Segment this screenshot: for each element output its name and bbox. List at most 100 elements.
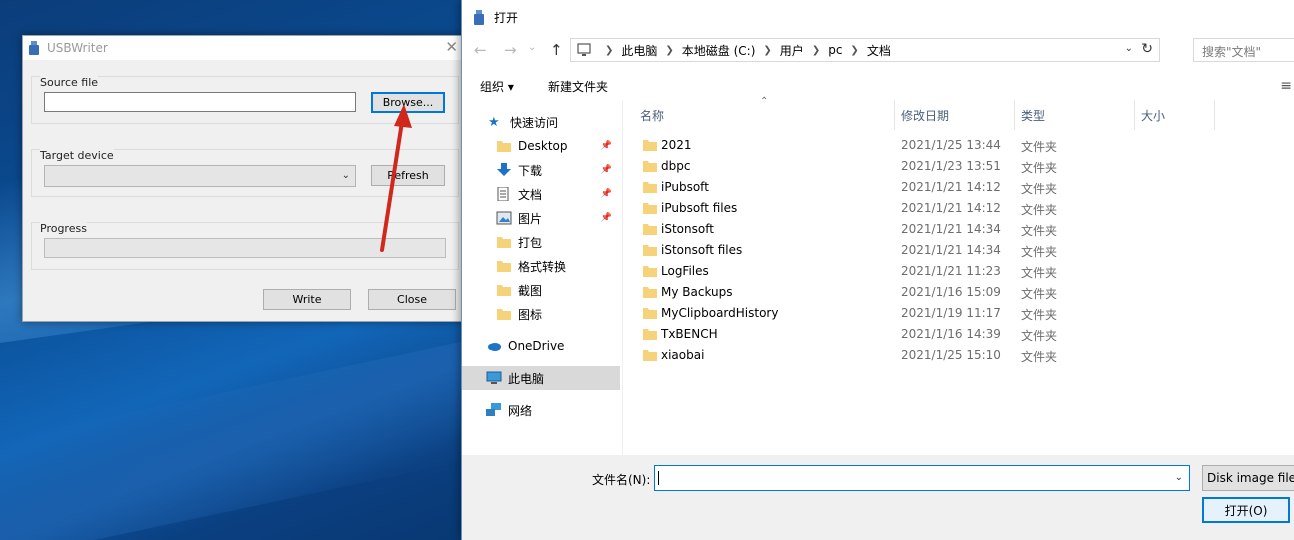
file-type: 文件夹 (1021, 266, 1058, 280)
folder-icon (643, 287, 657, 298)
pin-icon[interactable]: 📌 (601, 189, 612, 199)
filename-input[interactable]: ⌄ (654, 465, 1190, 491)
nav-this-pc[interactable]: 此电脑 (462, 366, 620, 390)
folder-icon (643, 140, 657, 151)
file-row[interactable]: MyClipboardHistory 2021/1/19 11:17 文件夹 (623, 303, 1294, 324)
text-caret (658, 471, 659, 485)
pin-icon[interactable]: 📌 (601, 141, 612, 151)
file-row[interactable]: TxBENCH 2021/1/16 14:39 文件夹 (623, 324, 1294, 345)
breadcrumb-item[interactable]: 文档 (867, 42, 891, 59)
up-arrow-icon[interactable]: ↑ (550, 41, 563, 59)
nav-quick-item[interactable]: 文档 📌 (462, 182, 620, 206)
file-row[interactable]: iPubsoft 2021/1/21 14:12 文件夹 (623, 177, 1294, 198)
nav-item-label: 图片 (518, 211, 543, 226)
nav-item-label: 图标 (518, 307, 543, 322)
history-dropdown-icon[interactable]: ⌄ (528, 42, 536, 53)
chevron-down-icon[interactable]: ⌄ (1125, 43, 1133, 54)
close-button[interactable]: Close (368, 289, 456, 310)
file-date: 2021/1/21 14:34 (901, 243, 1001, 257)
folder-icon (643, 203, 657, 214)
breadcrumb-item[interactable]: 用户 (780, 42, 804, 59)
file-date: 2021/1/19 11:17 (901, 306, 1001, 320)
folder-icon (643, 329, 657, 340)
nav-item-label: 打包 (518, 235, 543, 250)
view-options-icon[interactable]: ≡ (1280, 78, 1292, 94)
usb-drive-icon (29, 41, 39, 55)
nav-network[interactable]: 网络 (462, 398, 620, 422)
file-date: 2021/1/23 13:51 (901, 159, 1001, 173)
folder-icon (643, 308, 657, 319)
file-row[interactable]: iStonsoft files 2021/1/21 14:34 文件夹 (623, 240, 1294, 261)
source-file-input[interactable] (44, 92, 356, 112)
usbwriter-title: USBWriter (47, 41, 108, 55)
nav-quick-item[interactable]: Desktop 📌 (462, 134, 620, 158)
nav-quick-item[interactable]: 截图 (462, 278, 620, 302)
breadcrumb-item[interactable]: 本地磁盘 (C:) (682, 42, 756, 59)
file-name: My Backups (661, 285, 733, 299)
wallpaper-light-beam-lower (0, 340, 470, 540)
folder-icon (643, 182, 657, 193)
file-type: 文件夹 (1021, 308, 1058, 322)
column-header-date[interactable]: 修改日期 (895, 100, 1015, 130)
nav-quick-item[interactable]: 格式转换 (462, 254, 620, 278)
file-row[interactable]: dbpc 2021/1/23 13:51 文件夹 (623, 156, 1294, 177)
file-name: TxBENCH (661, 327, 718, 341)
open-file-dialog: 打开 ← → ⌄ ↑ ❯ 此电脑 ❯ 本地磁盘 (C:) ❯ 用户 ❯ pc ❯… (461, 0, 1294, 540)
file-type: 文件夹 (1021, 329, 1058, 343)
nav-item-label: 格式转换 (518, 259, 567, 274)
breadcrumb-separator-icon: ❯ (665, 44, 674, 56)
file-name: 2021 (661, 138, 692, 152)
column-header-name[interactable]: 名称 (623, 100, 895, 130)
pin-icon[interactable]: 📌 (601, 213, 612, 223)
refresh-icon[interactable]: ↻ (1141, 41, 1153, 57)
nav-item-label: 此电脑 (508, 371, 545, 386)
file-row[interactable]: My Backups 2021/1/16 15:09 文件夹 (623, 282, 1294, 303)
open-button[interactable]: 打开(O) (1202, 497, 1290, 523)
nav-item-label: 文档 (518, 187, 543, 202)
file-type: 文件夹 (1021, 203, 1058, 217)
nav-quick-item[interactable]: 图片 📌 (462, 206, 620, 230)
address-bar[interactable]: ❯ 此电脑 ❯ 本地磁盘 (C:) ❯ 用户 ❯ pc ❯ 文档 ⌄ ↻ (570, 38, 1160, 62)
file-row[interactable]: LogFiles 2021/1/21 11:23 文件夹 (623, 261, 1294, 282)
folder-icon (643, 245, 657, 256)
file-type-filter[interactable]: Disk image files (1202, 465, 1294, 491)
file-date: 2021/1/21 14:12 (901, 180, 1001, 194)
nav-quick-item[interactable]: 打包 (462, 230, 620, 254)
file-date: 2021/1/21 14:34 (901, 222, 1001, 236)
file-row[interactable]: iPubsoft files 2021/1/21 14:12 文件夹 (623, 198, 1294, 219)
file-row[interactable]: iStonsoft 2021/1/21 14:34 文件夹 (623, 219, 1294, 240)
dialog-bottom-bar: 文件名(N): ⌄ Disk image files 打开(O) (462, 455, 1294, 540)
folder-icon (496, 259, 512, 273)
back-arrow-icon[interactable]: ← (474, 41, 487, 59)
file-type: 文件夹 (1021, 350, 1058, 364)
file-row[interactable]: xiaobai 2021/1/25 15:10 文件夹 (623, 345, 1294, 366)
new-folder-button[interactable]: 新建文件夹 (548, 78, 608, 95)
nav-quick-item[interactable]: 图标 (462, 302, 620, 326)
file-row[interactable]: 2021 2021/1/25 13:44 文件夹 (623, 135, 1294, 156)
breadcrumb-item[interactable]: pc (828, 43, 842, 57)
pin-icon[interactable]: 📌 (601, 165, 612, 175)
file-type: 文件夹 (1021, 224, 1058, 238)
chevron-down-icon[interactable]: ⌄ (1175, 472, 1183, 483)
folder-icon (643, 350, 657, 361)
organize-menu[interactable]: 组织 ▾ (480, 78, 514, 95)
column-header-type[interactable]: 类型 (1015, 100, 1135, 130)
target-device-select[interactable]: ⌄ (44, 165, 356, 187)
nav-onedrive[interactable]: OneDrive (462, 334, 620, 358)
dialog-titlebar: 打开 (462, 0, 1294, 34)
search-input[interactable]: 搜索"文档" (1193, 38, 1294, 62)
column-header-size[interactable]: 大小 (1135, 100, 1215, 130)
nav-item-label: OneDrive (508, 339, 565, 353)
nav-item-label: 网络 (508, 403, 533, 418)
file-type: 文件夹 (1021, 161, 1058, 175)
folder-icon (643, 266, 657, 277)
annotation-arrow-icon (380, 104, 412, 252)
nav-quick-access[interactable]: ★ 快速访问 (462, 110, 620, 134)
target-device-label: Target device (40, 149, 114, 162)
close-icon[interactable]: ✕ (445, 39, 458, 55)
breadcrumb-separator-icon: ❯ (605, 44, 614, 56)
nav-quick-item[interactable]: 下载 📌 (462, 158, 620, 182)
write-button[interactable]: Write (263, 289, 351, 310)
forward-arrow-icon[interactable]: → (504, 41, 517, 59)
breadcrumb-item[interactable]: 此电脑 (621, 42, 657, 59)
